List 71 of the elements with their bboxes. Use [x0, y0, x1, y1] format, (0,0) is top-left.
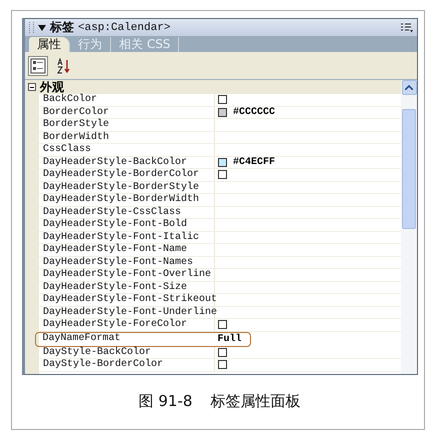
collapse-triangle-icon[interactable]: [38, 24, 46, 30]
property-row[interactable]: DayHeaderStyle-BackColor #C4ECFF: [39, 156, 401, 169]
property-name: DayHeaderStyle-BorderStyle: [39, 182, 215, 193]
scrollbar[interactable]: [401, 80, 417, 374]
property-name: DayHeaderStyle-BorderWidth: [39, 194, 215, 206]
property-row[interactable]: BorderColor #CCCCCC: [39, 106, 401, 119]
color-swatch[interactable]: [218, 360, 227, 370]
property-name: DayHeaderStyle-Font-Name: [39, 244, 215, 256]
property-name: BorderColor: [39, 106, 215, 118]
property-name: BorderStyle: [39, 119, 215, 130]
property-row[interactable]: DayHeaderStyle-BorderStyle: [39, 182, 401, 194]
grip-icon[interactable]: [29, 22, 34, 33]
property-row[interactable]: DayHeaderStyle-Font-Size: [39, 282, 401, 294]
color-swatch[interactable]: [218, 108, 227, 117]
sort-az-icon: [57, 58, 71, 74]
options-menu-icon[interactable]: [401, 22, 413, 32]
tag-name: <asp:Calendar>: [78, 22, 170, 34]
property-name: DayHeaderStyle-Font-Strikeout: [39, 294, 215, 306]
property-name: DayHeaderStyle-Font-Names: [39, 256, 215, 268]
property-name: DayStyle-BackColor: [39, 346, 215, 358]
color-swatch[interactable]: [218, 95, 227, 104]
property-row[interactable]: BorderWidth: [39, 132, 401, 144]
property-row[interactable]: DayHeaderStyle-Font-Strikeout: [39, 294, 401, 306]
property-row[interactable]: DayHeaderStyle-BorderWidth: [39, 194, 401, 206]
property-row[interactable]: CssClass: [39, 144, 401, 156]
property-row[interactable]: DayStyle-BackColor: [39, 346, 401, 359]
caret-up-icon: [405, 85, 413, 90]
property-name: DayHeaderStyle-Font-Bold: [39, 219, 215, 230]
panel-title: 标签: [50, 19, 74, 36]
property-name: DayHeaderStyle-Font-Italic: [39, 232, 215, 243]
scroll-thumb[interactable]: [402, 109, 416, 229]
figure-caption: 标签属性面板: [210, 392, 300, 411]
property-name: DayHeaderStyle-BackColor: [39, 156, 215, 168]
property-name: DayHeaderStyle-Font-Size: [39, 282, 215, 293]
property-value: Full: [218, 334, 242, 344]
figure-number: 图 91-8: [138, 392, 192, 411]
color-swatch[interactable]: [218, 158, 227, 167]
property-name: DayHeaderStyle-CssClass: [39, 206, 215, 218]
property-value: #CCCCCC: [233, 106, 276, 118]
property-name: DayHeaderStyle-Font-Overline: [39, 269, 215, 280]
property-value: #C4ECFF: [233, 156, 276, 168]
property-name: DayHeaderStyle-BorderColor: [39, 169, 215, 180]
property-name: BackColor: [39, 94, 215, 106]
color-swatch[interactable]: [218, 320, 227, 330]
property-row[interactable]: DayHeaderStyle-ForeColor: [39, 319, 401, 332]
category-view-button[interactable]: [28, 56, 48, 76]
property-row[interactable]: BorderStyle: [39, 119, 401, 132]
property-row[interactable]: DayHeaderStyle-Font-Name: [39, 244, 401, 256]
panel-tab[interactable]: 属性: [29, 37, 70, 52]
property-row[interactable]: DayHeaderStyle-Font-Italic: [39, 232, 401, 244]
property-name: DayStyle-BorderColor: [39, 359, 215, 370]
property-row[interactable]: DayHeaderStyle-Font-Names: [39, 256, 401, 269]
group-label: 外观: [40, 80, 64, 94]
property-row[interactable]: BackColor: [39, 94, 401, 106]
collapse-icon[interactable]: [28, 83, 36, 91]
categorized-view-icon: [30, 58, 46, 74]
scroll-up-button[interactable]: [402, 80, 416, 95]
property-row[interactable]: DayHeaderStyle-Font-Underline: [39, 306, 401, 319]
highlighted-property-row[interactable]: DayNameFormat Full: [35, 332, 251, 346]
property-name: DayHeaderStyle-Font-Underline: [39, 306, 215, 318]
property-row[interactable]: DayHeaderStyle-CssClass: [39, 206, 401, 219]
property-name: DayNameFormat: [42, 332, 122, 346]
color-swatch[interactable]: [218, 348, 227, 357]
property-name: BorderWidth: [39, 132, 215, 143]
property-row[interactable]: DayHeaderStyle-Font-Overline: [39, 269, 401, 282]
property-row[interactable]: DayHeaderStyle-Font-Bold: [39, 219, 401, 232]
property-name: DayHeaderStyle-ForeColor: [39, 319, 215, 330]
color-swatch[interactable]: [218, 170, 227, 180]
property-name: CssClass: [39, 144, 215, 156]
property-row[interactable]: DayHeaderStyle-BorderColor: [39, 169, 401, 182]
property-row[interactable]: DayStyle-BorderColor: [39, 359, 401, 372]
